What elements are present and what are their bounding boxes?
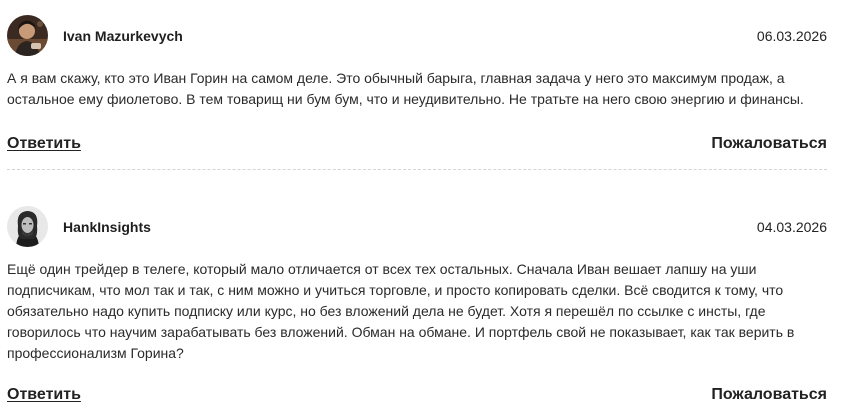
comment-actions: Ответить Пожаловаться — [7, 386, 827, 410]
comment-text: Ещё один трейдер в телеге, который мало … — [7, 261, 795, 361]
comment-text: А я вам скажу, кто это Иван Горин на сам… — [7, 70, 804, 107]
reply-link[interactable]: Ответить — [7, 135, 81, 153]
avatar — [7, 15, 48, 56]
comment-header: HankInsights 04.03.2026 — [7, 206, 827, 248]
avatar — [7, 206, 48, 247]
comment-item: HankInsights 04.03.2026 Ещё один трейдер… — [7, 206, 827, 410]
avatar-photo-icon — [7, 206, 48, 247]
reply-link[interactable]: Ответить — [7, 386, 81, 404]
avatar-photo-icon — [7, 15, 48, 56]
comment-author: Ivan Mazurkevych — [63, 28, 183, 44]
comment-actions: Ответить Пожаловаться — [7, 135, 827, 159]
report-link[interactable]: Пожаловаться — [711, 135, 827, 153]
comment-header: Ivan Mazurkevych 06.03.2026 — [7, 15, 827, 57]
comment-divider — [7, 169, 827, 170]
comment-date: 06.03.2026 — [756, 28, 827, 44]
comment-author: HankInsights — [63, 219, 151, 235]
report-link[interactable]: Пожаловаться — [711, 386, 827, 404]
comment-date: 04.03.2026 — [756, 219, 827, 235]
comment-item: Ivan Mazurkevych 06.03.2026 А я вам скаж… — [7, 15, 827, 159]
